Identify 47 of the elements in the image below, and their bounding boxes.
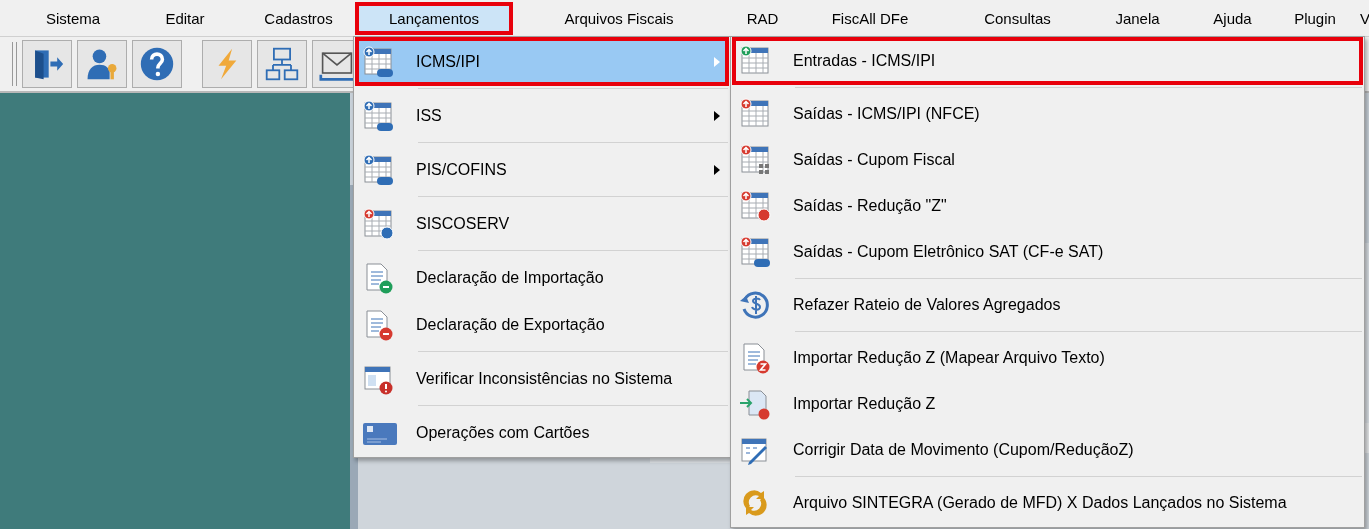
spreadsheet-icon xyxy=(362,99,394,132)
menu-bar-item[interactable]: Consultas xyxy=(940,1,1095,35)
spreadsheet-icon xyxy=(739,236,771,268)
network-diagram-icon[interactable] xyxy=(257,40,307,88)
menu-item[interactable]: Corrigir Data de Movimento (Cupom/ReduçãoZ) xyxy=(733,427,1362,473)
user-key-icon[interactable] xyxy=(77,40,127,88)
spreadsheet-icon xyxy=(739,98,771,130)
menu-item[interactable]: Saídas - Cupom Fiscal xyxy=(733,137,1362,183)
menu-item[interactable]: Importar Redução Z xyxy=(733,381,1362,427)
menu-bar-item[interactable]: Arquivos Fiscais xyxy=(513,1,725,35)
menu-bar-item[interactable]: FiscAll DFe xyxy=(800,1,940,35)
menu-item[interactable]: PIS/COFINS xyxy=(356,146,728,193)
submenu-arrow-icon xyxy=(714,164,720,175)
dollar-refresh-icon xyxy=(739,289,771,321)
menu-bar-item[interactable]: Janela xyxy=(1095,1,1180,35)
menu-item[interactable]: Declaração de Exportação xyxy=(356,301,728,348)
menu-item[interactable]: Saídas - Cupom Eletrônico SAT (CF-e SAT) xyxy=(733,229,1362,275)
menu-item[interactable]: SISCOSERV xyxy=(356,200,728,247)
menu-item[interactable]: Saídas - ICMS/IPI (NFCE) xyxy=(733,91,1362,137)
menu-item[interactable]: ISS xyxy=(356,92,728,139)
menu-bar-item[interactable]: Lançamentos xyxy=(355,1,513,35)
menu-bar-item[interactable]: Sistema xyxy=(18,1,128,35)
menu-bar-item[interactable]: Cadastros xyxy=(242,1,355,35)
document-import-icon xyxy=(739,388,771,420)
menu-item[interactable]: Verificar Inconsistências no Sistema xyxy=(356,355,728,402)
spreadsheet-icon xyxy=(739,144,771,176)
menu-item[interactable]: Declaração de Importação xyxy=(356,254,728,301)
spreadsheet-icon xyxy=(362,207,394,240)
menu-item[interactable]: Importar Redução Z (Mapear Arquivo Texto) xyxy=(733,335,1362,381)
exit-door-icon[interactable] xyxy=(22,40,72,88)
menu-item[interactable]: Saídas - Redução "Z" xyxy=(733,183,1362,229)
menu-item[interactable]: Refazer Rateio de Valores Agregados xyxy=(733,282,1362,328)
spreadsheet-icon xyxy=(739,45,771,77)
menu-item[interactable]: ICMS/IPI xyxy=(356,38,728,85)
spreadsheet-icon xyxy=(362,45,394,78)
menu-item[interactable]: Operações com Cartões xyxy=(356,409,728,456)
submenu-arrow-icon xyxy=(714,110,720,121)
menu-bar-item[interactable]: Ajuda xyxy=(1180,1,1285,35)
menu-bar-item[interactable]: Plugin xyxy=(1285,1,1345,35)
help-icon[interactable] xyxy=(132,40,182,88)
menu-bar-item[interactable]: RAD xyxy=(725,1,800,35)
submenu-arrow-icon xyxy=(714,56,720,67)
menu-bar-item[interactable]: Editar xyxy=(128,1,242,35)
spreadsheet-icon xyxy=(739,190,771,222)
spreadsheet-icon xyxy=(362,153,394,186)
menu-bar-item[interactable]: V xyxy=(1345,1,1369,35)
menu-item[interactable]: Entradas - ICMS/IPI xyxy=(733,38,1362,84)
